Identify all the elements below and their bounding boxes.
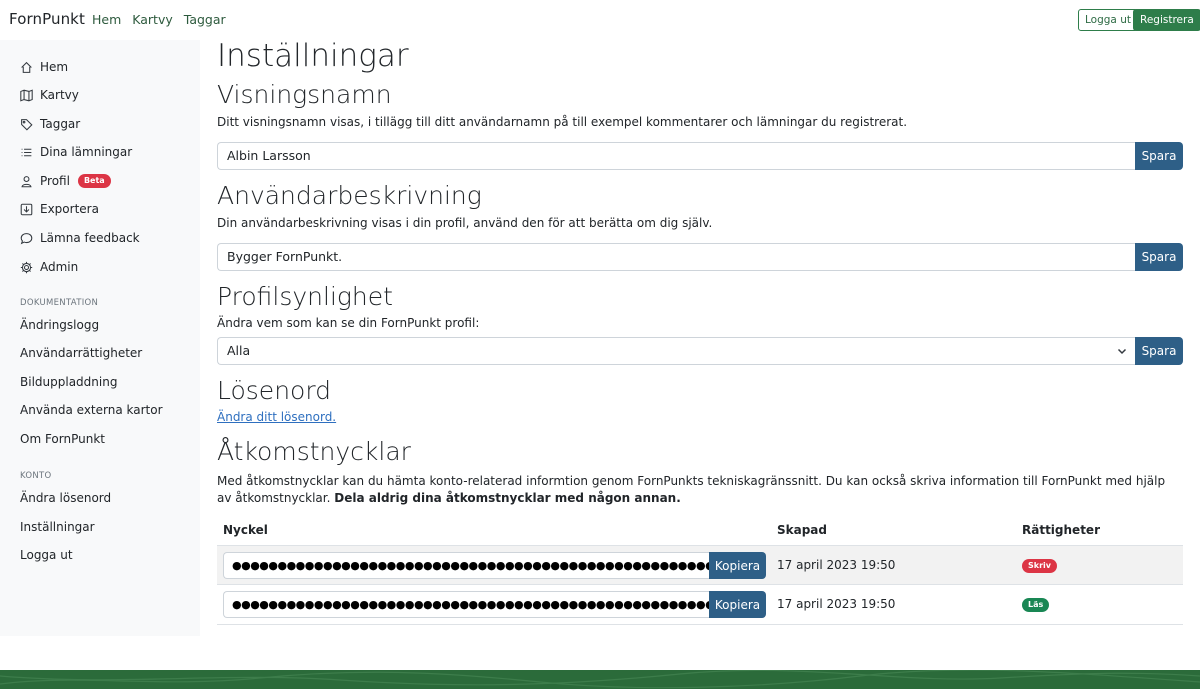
- table-row: ●●●●●●●●●●●●●●●●●●●●●●●●●●●●●●●●●●●●●●●●…: [217, 584, 1183, 623]
- sidebar-link-anvandarrattigheter[interactable]: Användarrättigheter: [20, 346, 142, 360]
- beta-badge: Beta: [77, 174, 111, 188]
- sidebar-link-andringslogg[interactable]: Ändringslogg: [20, 318, 99, 332]
- sidebar-item-profil[interactable]: Profil Beta: [20, 173, 111, 189]
- save-visibility-button[interactable]: Spara: [1135, 337, 1183, 365]
- access-keys-description: Med åtkomstnycklar kan du hämta konto-re…: [217, 473, 1183, 507]
- sidebar-link-bilduppladdning[interactable]: Bilduppladdning: [20, 375, 117, 389]
- sidebar-item-feedback[interactable]: Lämna feedback: [20, 230, 140, 246]
- save-display-name-button[interactable]: Spara: [1135, 142, 1183, 170]
- documentation-heading: DOKUMENTATION: [20, 298, 99, 308]
- footer: [0, 670, 1200, 689]
- access-keys-warning-part1: Dela aldrig: [334, 491, 409, 505]
- nav-links: Hem Kartvy Taggar: [92, 12, 226, 27]
- copy-key-button[interactable]: Kopiera: [709, 591, 766, 618]
- display-name-heading: Visningsnamn: [217, 80, 392, 109]
- user-description-text: Din användarbeskrivning visas i din prof…: [217, 216, 713, 230]
- profile-visibility-description: Ändra vem som kan se din FornPunkt profi…: [217, 316, 480, 330]
- contour-pattern: [0, 670, 1200, 689]
- sidebar-link-externa-kartor[interactable]: Använda externa kartor: [20, 403, 163, 417]
- sidebar-item-taggar[interactable]: Taggar: [20, 116, 80, 132]
- download-icon: [20, 203, 33, 215]
- visibility-select[interactable]: Alla: [217, 337, 1135, 365]
- brand-logo[interactable]: FornPunkt: [9, 10, 85, 28]
- nav-link-kartvy[interactable]: Kartvy: [132, 12, 172, 27]
- user-description-form: Bygger FornPunkt. Spara: [217, 243, 1183, 271]
- sidebar-item-label: Exportera: [40, 202, 99, 216]
- chevron-down-icon: [1117, 348, 1127, 355]
- map-icon: [20, 88, 33, 102]
- sidebar-item-label: Profil: [40, 174, 70, 188]
- change-password-link[interactable]: Ändra ditt lösenord.: [217, 410, 336, 424]
- visibility-select-value: Alla: [227, 343, 251, 358]
- nav-link-taggar[interactable]: Taggar: [184, 12, 226, 27]
- copy-key-button[interactable]: Kopiera: [709, 552, 766, 579]
- sidebar-item-label: Admin: [40, 260, 79, 274]
- permission-badge-read: Läs: [1022, 598, 1050, 612]
- sidebar-item-admin[interactable]: Admin: [20, 259, 78, 275]
- sidebar-item-hem[interactable]: Hem: [20, 59, 68, 75]
- sidebar-item-kartvy[interactable]: Kartvy: [20, 87, 79, 103]
- column-header-rattigheter: Rättigheter: [1022, 523, 1100, 537]
- created-date: 17 april 2023 19:50: [777, 597, 896, 611]
- table-divider: [217, 624, 1183, 625]
- sidebar-link-om-fornpunkt[interactable]: Om FornPunkt: [20, 432, 105, 446]
- sidebar-item-label: Dina lämningar: [40, 145, 133, 159]
- display-name-input[interactable]: Albin Larsson: [217, 142, 1135, 170]
- sidebar: Hem Kartvy Taggar Dina lämningar Profil …: [0, 40, 200, 636]
- list-icon: [21, 148, 32, 156]
- sidebar-link-andra-losenord[interactable]: Ändra lösenord: [20, 491, 111, 505]
- sidebar-item-label: Lämna feedback: [40, 231, 140, 245]
- home-icon: [21, 61, 32, 73]
- chat-icon: [20, 232, 33, 244]
- created-date: 17 april 2023 19:50: [777, 558, 896, 572]
- display-name-form: Albin Larsson Spara: [217, 142, 1183, 170]
- sidebar-item-exportera[interactable]: Exportera: [20, 201, 99, 217]
- permission-badge-write: Skriv: [1022, 559, 1057, 573]
- table-row: ●●●●●●●●●●●●●●●●●●●●●●●●●●●●●●●●●●●●●●●●…: [217, 545, 1183, 584]
- logout-button[interactable]: Logga ut: [1078, 9, 1138, 31]
- password-heading: Lösenord: [217, 376, 332, 405]
- sidebar-link-logga-ut[interactable]: Logga ut: [20, 548, 73, 562]
- tag-icon: [21, 118, 33, 131]
- access-keys-warning: Dela aldrig dina åtkomstnycklar med någo…: [334, 491, 681, 505]
- profile-visibility-heading: Profilsynlighet: [217, 282, 393, 311]
- access-keys-heading: Åtkomstnycklar: [217, 437, 411, 466]
- column-header-nyckel: Nyckel: [223, 523, 268, 537]
- sidebar-link-installningar[interactable]: Inställningar: [20, 520, 95, 534]
- register-button[interactable]: Registrera: [1133, 9, 1200, 31]
- profile-visibility-form: Alla Spara: [217, 337, 1183, 365]
- column-header-skapad: Skapad: [777, 523, 827, 537]
- nav-link-hem[interactable]: Hem: [92, 12, 121, 27]
- access-keys-warning-part2: dina åtkomstnycklar med någon annan.: [412, 491, 681, 505]
- page-title: Inställningar: [217, 38, 409, 74]
- user-description-input[interactable]: Bygger FornPunkt.: [217, 243, 1135, 271]
- display-name-description: Ditt visningsnamn visas, i tillägg till …: [217, 115, 908, 129]
- sidebar-item-label: Hem: [40, 60, 69, 74]
- access-key-input[interactable]: ●●●●●●●●●●●●●●●●●●●●●●●●●●●●●●●●●●●●●●●●…: [223, 552, 709, 579]
- account-heading: KONTO: [20, 471, 52, 481]
- gear-icon: [20, 261, 33, 273]
- sidebar-item-dina-lamningar[interactable]: Dina lämningar: [20, 144, 132, 160]
- user-description-heading: Användarbeskrivning: [217, 181, 482, 210]
- sidebar-item-label: Kartvy: [40, 88, 79, 102]
- save-user-description-button[interactable]: Spara: [1135, 243, 1183, 271]
- user-icon: [21, 175, 32, 187]
- access-key-input[interactable]: ●●●●●●●●●●●●●●●●●●●●●●●●●●●●●●●●●●●●●●●●…: [223, 591, 709, 618]
- top-navbar: FornPunkt Hem Kartvy Taggar Logga ut Reg…: [0, 0, 1200, 40]
- sidebar-item-label: Taggar: [40, 117, 81, 131]
